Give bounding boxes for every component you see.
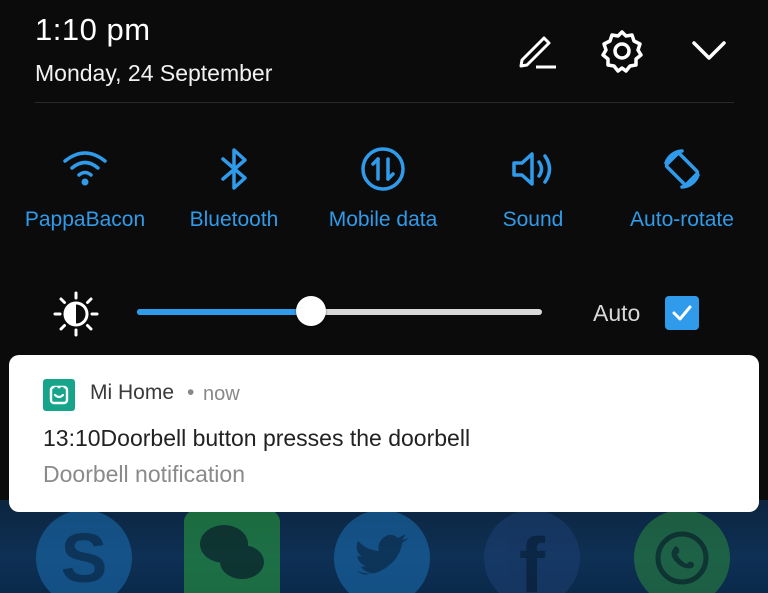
- facebook-icon: f: [484, 510, 580, 593]
- auto-brightness-label: Auto: [593, 300, 641, 326]
- homescreen-background: S f: [0, 500, 768, 593]
- notification-time: now: [203, 383, 240, 405]
- check-icon: [672, 305, 692, 321]
- tile-bluetooth[interactable]: Bluetooth: [159, 140, 309, 232]
- notification-title: 13:10Doorbell button presses the doorbel…: [43, 425, 471, 451]
- twitter-icon: [334, 510, 430, 593]
- brightness-slider-thumb[interactable]: [296, 296, 327, 326]
- tile-label: Sound: [502, 208, 564, 231]
- tile-label: Auto-rotate: [630, 208, 734, 231]
- notification-separator: •: [187, 381, 195, 404]
- brightness-slider[interactable]: [137, 296, 542, 326]
- sound-icon: [458, 140, 608, 198]
- status-date: Monday, 24 September: [35, 60, 273, 86]
- brightness-slider-fill: [137, 309, 312, 315]
- notification-body: Doorbell notification: [43, 461, 246, 487]
- settings-icon[interactable]: [599, 28, 645, 74]
- brightness-icon: [52, 290, 100, 338]
- collapse-icon[interactable]: [686, 28, 732, 74]
- status-time: 1:10 pm: [35, 12, 151, 47]
- mi-home-app-icon: [43, 379, 75, 411]
- bluetooth-icon: [159, 140, 309, 198]
- edit-icon[interactable]: [514, 28, 560, 74]
- whatsapp-icon: [634, 510, 730, 593]
- auto-brightness-checkbox[interactable]: [665, 296, 699, 330]
- tile-sound[interactable]: Sound: [458, 140, 608, 232]
- notification-card[interactable]: Mi Home • now 13:10Doorbell button press…: [9, 355, 759, 512]
- wechat-icon: [184, 510, 280, 593]
- tile-auto-rotate[interactable]: Auto-rotate: [607, 140, 757, 232]
- tile-label: Bluetooth: [189, 208, 279, 231]
- skype-icon: S: [36, 510, 132, 593]
- header-divider: [35, 102, 734, 103]
- tile-mobile-data[interactable]: Mobile data: [308, 140, 458, 232]
- mobile-data-icon: [308, 140, 458, 198]
- wifi-icon: [10, 140, 160, 198]
- tile-label: PappaBacon: [24, 208, 146, 231]
- tile-wifi[interactable]: PappaBacon: [10, 140, 160, 232]
- notification-app-name: Mi Home: [90, 381, 175, 404]
- tile-label: Mobile data: [328, 208, 438, 231]
- auto-rotate-icon: [607, 140, 757, 198]
